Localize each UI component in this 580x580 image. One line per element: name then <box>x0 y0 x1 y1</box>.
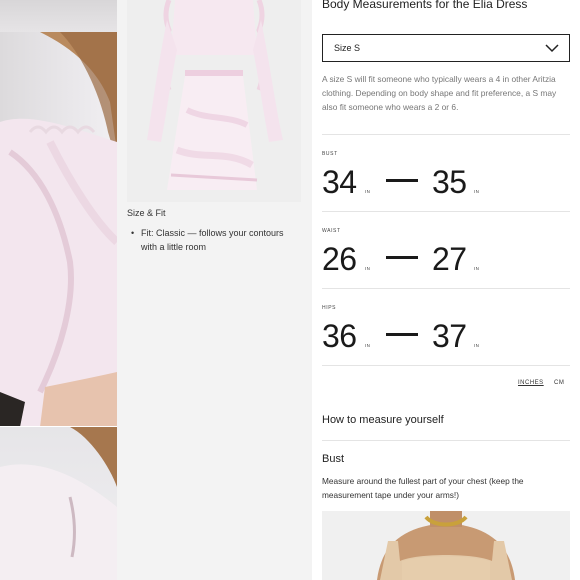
hips-min-unit: IN <box>365 343 371 348</box>
model-photo-top[interactable] <box>0 0 117 32</box>
bust-label: BUST <box>322 151 338 157</box>
unit-cm-toggle[interactable]: CM <box>554 380 564 386</box>
body-measurements-panel: Body Measurements for the Elia Dress Siz… <box>312 0 580 580</box>
range-dash <box>386 333 418 336</box>
divider <box>322 211 570 212</box>
hips-label: HIPS <box>322 305 337 311</box>
range-dash <box>386 256 418 259</box>
bust-max-unit: IN <box>474 189 480 194</box>
model-photo-bottom[interactable] <box>0 427 117 580</box>
model-photo-main[interactable] <box>0 32 117 427</box>
bust-heading: Bust <box>322 453 345 465</box>
bust-instructions: Measure around the fullest part of your … <box>322 476 524 500</box>
hips-min-value: 36 <box>322 318 357 354</box>
range-dash <box>386 179 418 182</box>
fit-item: Fit: Classic — follows your contours wit… <box>131 226 301 254</box>
size-fit-heading: Size & Fit <box>127 208 166 218</box>
dress-thumbnail <box>127 0 301 202</box>
waist-min-unit: IN <box>365 266 371 271</box>
waist-label: WAIST <box>322 228 341 234</box>
bust-min-unit: IN <box>365 189 371 194</box>
size-description: A size S will fit someone who typically … <box>322 74 557 112</box>
waist-max-unit: IN <box>474 266 480 271</box>
measurements-title: Body Measurements for the Elia Dress <box>322 0 528 11</box>
hips-max-unit: IN <box>474 343 480 348</box>
fit-list: Fit: Classic — follows your contours wit… <box>131 226 301 254</box>
measurement-model-photo <box>322 511 570 580</box>
model-photo-column <box>0 0 117 580</box>
waist-max-value: 27 <box>432 241 467 277</box>
divider <box>322 365 570 366</box>
size-fit-panel: Size & Fit Fit: Classic — follows your c… <box>117 0 312 580</box>
divider <box>322 440 570 441</box>
waist-min-value: 26 <box>322 241 357 277</box>
divider <box>322 288 570 289</box>
how-to-measure-heading: How to measure yourself <box>322 414 444 426</box>
chevron-down-icon <box>545 44 559 53</box>
selected-size: Size S <box>334 43 361 53</box>
hips-max-value: 37 <box>432 318 467 354</box>
unit-inches-toggle[interactable]: INCHES <box>518 380 544 386</box>
divider <box>322 134 570 135</box>
bust-min-value: 34 <box>322 164 357 200</box>
size-select[interactable]: Size S <box>322 34 570 62</box>
bust-max-value: 35 <box>432 164 467 200</box>
